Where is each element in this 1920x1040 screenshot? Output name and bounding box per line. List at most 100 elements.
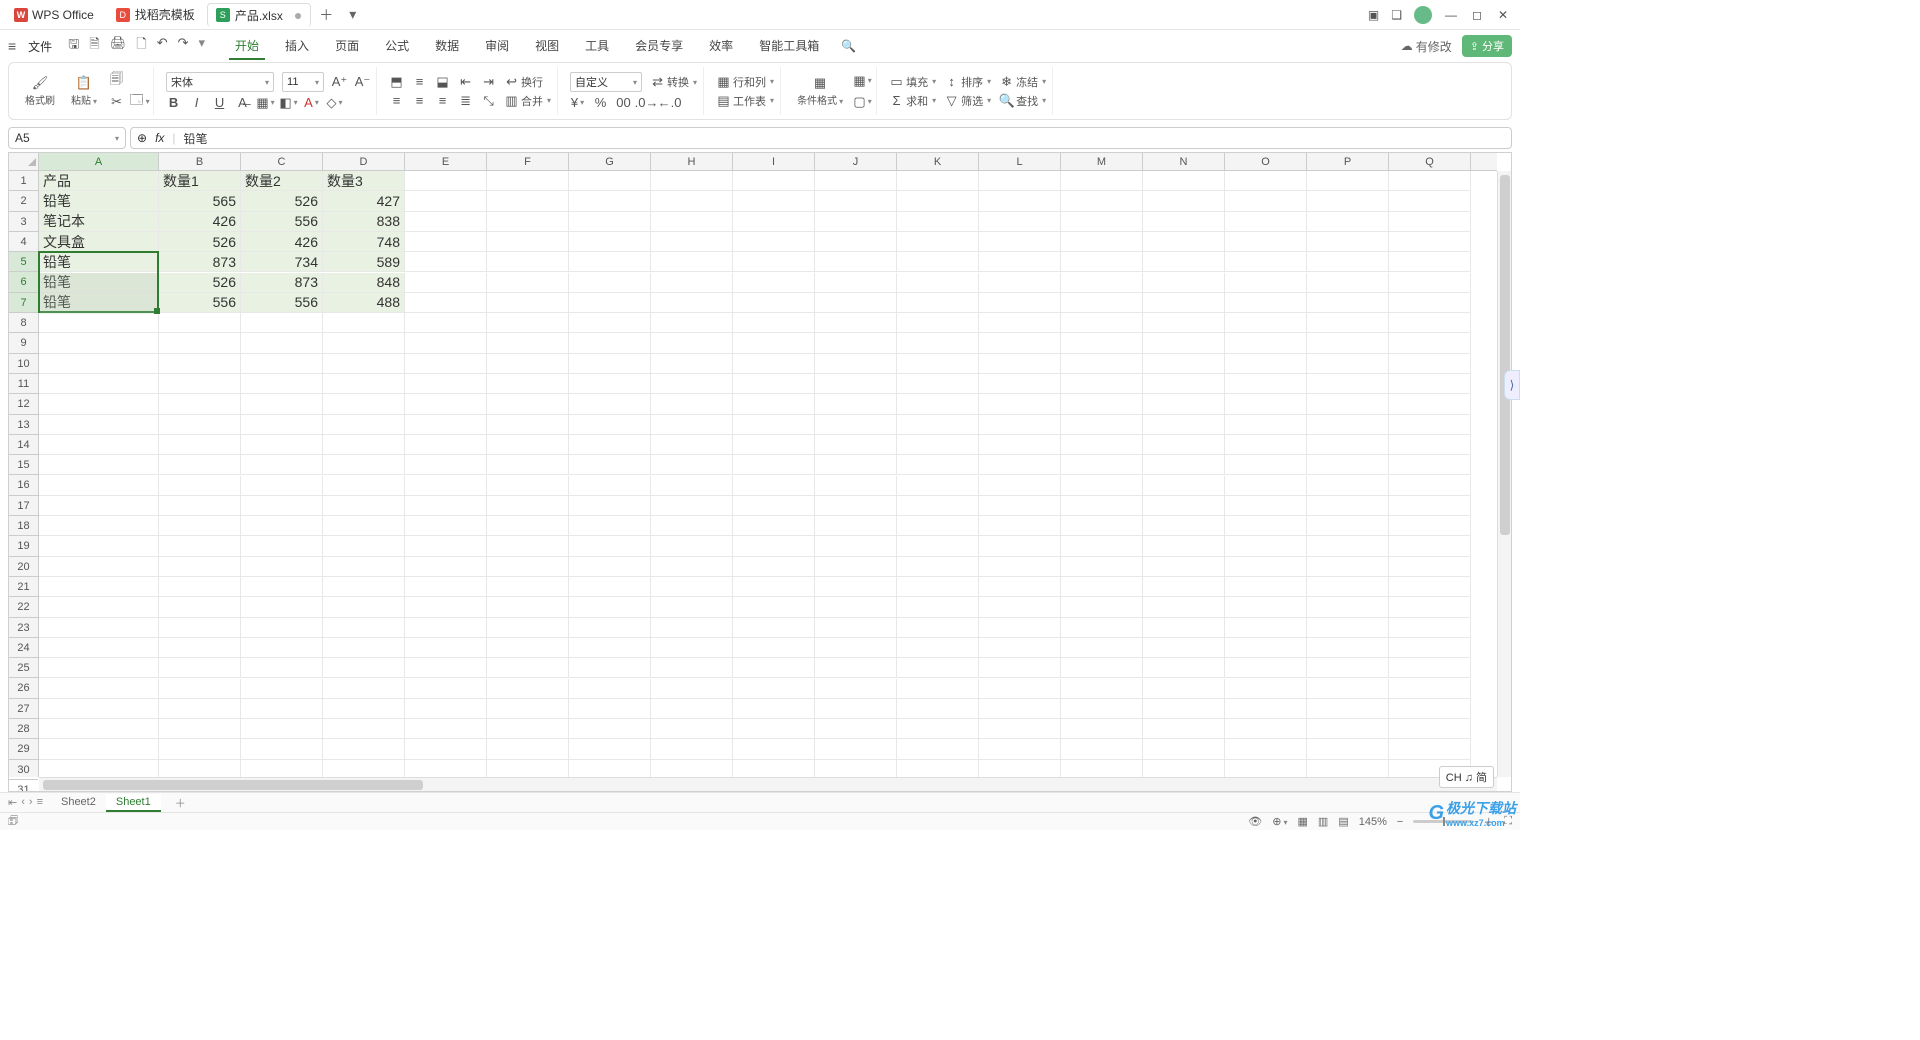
data-cell[interactable]: 铅笔 bbox=[39, 252, 159, 272]
column-header[interactable]: J bbox=[815, 153, 897, 170]
cell[interactable] bbox=[1225, 638, 1307, 658]
column-header[interactable]: H bbox=[651, 153, 733, 170]
cell[interactable] bbox=[159, 415, 241, 435]
sheet-next-icon[interactable]: › bbox=[29, 796, 33, 809]
cell[interactable] bbox=[1307, 232, 1389, 252]
vscroll-thumb[interactable] bbox=[1500, 175, 1510, 535]
sheet-first-icon[interactable]: ⇤ bbox=[8, 796, 17, 809]
cell[interactable] bbox=[405, 313, 487, 333]
cell[interactable] bbox=[569, 719, 651, 739]
cell[interactable] bbox=[405, 293, 487, 313]
cube-icon[interactable]: ❑ bbox=[1391, 8, 1402, 22]
cell[interactable] bbox=[323, 496, 405, 516]
share-button[interactable]: ⇪ 分享 bbox=[1462, 35, 1512, 57]
cell[interactable] bbox=[1225, 719, 1307, 739]
cell[interactable] bbox=[1225, 354, 1307, 374]
cell[interactable] bbox=[323, 597, 405, 617]
cell[interactable] bbox=[569, 618, 651, 638]
row-header[interactable]: 22 bbox=[9, 597, 38, 617]
cell[interactable] bbox=[897, 679, 979, 699]
cell[interactable] bbox=[1389, 536, 1471, 556]
cell[interactable] bbox=[733, 516, 815, 536]
cell[interactable] bbox=[1307, 679, 1389, 699]
cell[interactable] bbox=[651, 293, 733, 313]
cell[interactable] bbox=[1061, 191, 1143, 211]
row-header[interactable]: 19 bbox=[9, 536, 38, 556]
cell[interactable] bbox=[897, 557, 979, 577]
cell[interactable] bbox=[159, 557, 241, 577]
cell[interactable] bbox=[815, 476, 897, 496]
document-tab[interactable]: S 产品.xlsx ● bbox=[207, 3, 311, 27]
cell[interactable] bbox=[487, 597, 569, 617]
cell[interactable] bbox=[487, 577, 569, 597]
cell[interactable] bbox=[1307, 496, 1389, 516]
column-header[interactable]: P bbox=[1307, 153, 1389, 170]
cell[interactable] bbox=[651, 435, 733, 455]
cell[interactable] bbox=[405, 577, 487, 597]
cell[interactable] bbox=[405, 455, 487, 475]
cell[interactable] bbox=[1307, 191, 1389, 211]
cell[interactable] bbox=[1061, 252, 1143, 272]
cell[interactable] bbox=[897, 333, 979, 353]
cells-area[interactable]: 产品数量1数量2数量3铅笔565526427笔记本426556838文具盒526… bbox=[39, 171, 1497, 777]
cell[interactable] bbox=[815, 496, 897, 516]
template-tab[interactable]: D 找稻壳模板 bbox=[108, 3, 203, 27]
cell[interactable] bbox=[487, 354, 569, 374]
cell[interactable] bbox=[405, 232, 487, 252]
cell[interactable] bbox=[733, 374, 815, 394]
cell[interactable] bbox=[897, 597, 979, 617]
cell[interactable] bbox=[651, 516, 733, 536]
dec-dec-icon[interactable]: ←.0 bbox=[662, 95, 677, 110]
underline-icon[interactable]: U bbox=[212, 95, 227, 110]
cell[interactable] bbox=[39, 536, 159, 556]
cell[interactable] bbox=[815, 191, 897, 211]
cell[interactable] bbox=[1143, 232, 1225, 252]
cell[interactable] bbox=[1389, 455, 1471, 475]
data-cell[interactable]: 556 bbox=[159, 293, 241, 313]
data-cell[interactable]: 556 bbox=[241, 293, 323, 313]
cell[interactable] bbox=[815, 557, 897, 577]
cell[interactable] bbox=[1389, 658, 1471, 678]
cell[interactable] bbox=[39, 455, 159, 475]
cell[interactable] bbox=[1143, 252, 1225, 272]
italic-icon[interactable]: I bbox=[189, 95, 204, 110]
cell[interactable] bbox=[979, 415, 1061, 435]
sheet-prev-icon[interactable]: ‹ bbox=[21, 796, 25, 809]
align-right-icon[interactable]: ≡ bbox=[435, 93, 450, 108]
ime-indicator[interactable]: CH ♫ 简 bbox=[1439, 766, 1494, 788]
cell[interactable] bbox=[1143, 496, 1225, 516]
cell[interactable] bbox=[1389, 719, 1471, 739]
cell[interactable] bbox=[487, 313, 569, 333]
cell[interactable] bbox=[815, 658, 897, 678]
cell[interactable] bbox=[159, 455, 241, 475]
cell[interactable] bbox=[897, 719, 979, 739]
close-window-button[interactable]: ✕ bbox=[1496, 8, 1510, 22]
undo-icon[interactable]: ↶ bbox=[157, 35, 168, 57]
cell[interactable] bbox=[323, 516, 405, 536]
cell[interactable] bbox=[39, 374, 159, 394]
cell[interactable] bbox=[159, 658, 241, 678]
cell[interactable] bbox=[241, 557, 323, 577]
zoom-value[interactable]: 145% bbox=[1359, 816, 1387, 828]
cell[interactable] bbox=[1143, 273, 1225, 293]
cell[interactable] bbox=[241, 638, 323, 658]
app-tab[interactable]: W WPS Office bbox=[4, 0, 104, 30]
cell[interactable] bbox=[815, 252, 897, 272]
cell[interactable] bbox=[569, 658, 651, 678]
column-header[interactable]: E bbox=[405, 153, 487, 170]
cell[interactable] bbox=[323, 719, 405, 739]
cell[interactable] bbox=[487, 191, 569, 211]
cell[interactable] bbox=[569, 557, 651, 577]
cell[interactable] bbox=[733, 212, 815, 232]
data-cell[interactable]: 笔记本 bbox=[39, 212, 159, 232]
row-header[interactable]: 28 bbox=[9, 719, 38, 739]
menu-tab[interactable]: 工具 bbox=[579, 33, 615, 60]
cell[interactable] bbox=[1307, 333, 1389, 353]
zoom-out-icon[interactable]: − bbox=[1397, 816, 1403, 828]
data-cell[interactable]: 426 bbox=[241, 232, 323, 252]
cell[interactable] bbox=[1389, 191, 1471, 211]
cell[interactable] bbox=[1225, 252, 1307, 272]
cell[interactable] bbox=[159, 476, 241, 496]
cell[interactable] bbox=[979, 638, 1061, 658]
border-icon[interactable]: ▦ bbox=[258, 95, 273, 110]
